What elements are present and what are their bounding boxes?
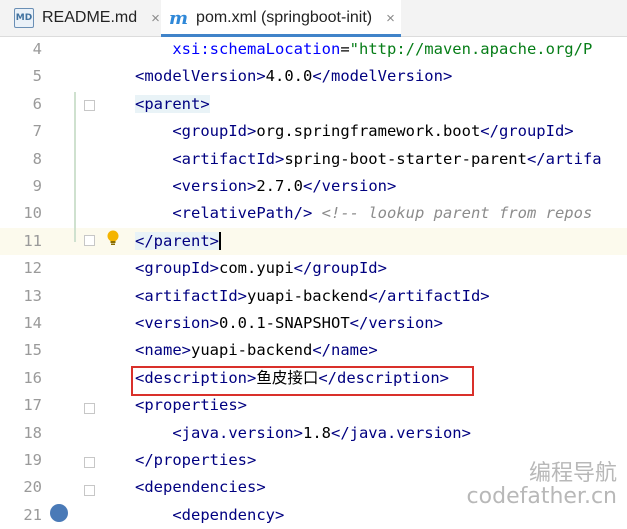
markdown-file-icon: MD	[14, 8, 34, 28]
close-icon[interactable]: ×	[386, 10, 395, 27]
code-line[interactable]: 12 <groupId>com.yupi</groupId>	[0, 255, 627, 282]
code-line[interactable]: 9 <version>2.7.0</version>	[0, 173, 627, 200]
text-cursor	[219, 232, 221, 251]
line-number: 16	[23, 368, 42, 387]
line-number: 17	[23, 396, 42, 415]
code-text[interactable]: <properties>	[135, 392, 247, 419]
line-number: 11	[23, 231, 42, 250]
watermark-url: codefather.cn	[466, 484, 617, 509]
line-number: 8	[32, 149, 42, 168]
line-number: 13	[23, 286, 42, 305]
line-number: 15	[23, 341, 42, 360]
lightbulb-icon[interactable]	[106, 230, 120, 246]
highlight-box	[131, 366, 474, 396]
code-text[interactable]: <dependency>	[135, 502, 284, 529]
tab-pom-xml[interactable]: m pom.xml (springboot-init) ×	[161, 0, 401, 37]
tab-readme-label: README.md	[42, 9, 138, 26]
code-text[interactable]: <groupId>com.yupi</groupId>	[135, 255, 387, 282]
line-number: 12	[23, 259, 42, 278]
line-number: 18	[23, 423, 42, 442]
code-text[interactable]: <name>yuapi-backend</name>	[135, 337, 378, 364]
code-line[interactable]: 18 <java.version>1.8</java.version>	[0, 420, 627, 447]
code-text[interactable]: <artifactId>spring-boot-starter-parent</…	[135, 146, 601, 173]
code-line[interactable]: 4 xsi:schemaLocation="http://maven.apach…	[0, 36, 627, 63]
editor-tab-bar: MD README.md × m pom.xml (springboot-ini…	[0, 0, 627, 37]
code-line[interactable]: 7 <groupId>org.springframework.boot</gro…	[0, 118, 627, 145]
line-number: 19	[23, 451, 42, 469]
line-number: 6	[32, 94, 42, 113]
fold-toggle-icon[interactable]	[84, 457, 95, 468]
line-number: 5	[32, 67, 42, 86]
code-text[interactable]: </parent>	[135, 228, 221, 255]
fold-toggle-icon[interactable]	[84, 235, 95, 246]
code-line[interactable]: 8 <artifactId>spring-boot-starter-parent…	[0, 146, 627, 173]
code-line[interactable]: 14 <version>0.0.1-SNAPSHOT</version>	[0, 310, 627, 337]
code-text[interactable]: <relativePath/> <!-- lookup parent from …	[135, 200, 592, 227]
line-number: 10	[23, 204, 42, 223]
watermark-title: 编程导航	[528, 461, 617, 486]
tab-pom-label: pom.xml (springboot-init)	[196, 9, 373, 26]
code-text[interactable]: <version>2.7.0</version>	[135, 173, 396, 200]
code-line[interactable]: 13 <artifactId>yuapi-backend</artifactId>	[0, 283, 627, 310]
close-icon[interactable]: ×	[151, 10, 160, 27]
line-number: 4	[32, 40, 42, 58]
tab-readme[interactable]: MD README.md ×	[14, 0, 160, 36]
line-number: 20	[23, 478, 42, 497]
code-line[interactable]: 5 <modelVersion>4.0.0</modelVersion>	[0, 63, 627, 90]
code-line[interactable]: 10 <relativePath/> <!-- lookup parent fr…	[0, 200, 627, 227]
fold-toggle-icon[interactable]	[84, 485, 95, 496]
code-text[interactable]: <java.version>1.8</java.version>	[135, 420, 471, 447]
code-line[interactable]: 15 <name>yuapi-backend</name>	[0, 337, 627, 364]
code-text[interactable]: <modelVersion>4.0.0</modelVersion>	[135, 63, 452, 90]
fold-toggle-icon[interactable]	[84, 100, 95, 111]
code-text[interactable]: <dependencies>	[135, 474, 266, 501]
fold-toggle-icon[interactable]	[84, 403, 95, 414]
line-number: 14	[23, 314, 42, 332]
code-text[interactable]: </properties>	[135, 447, 256, 474]
dependency-gear-icon[interactable]	[50, 504, 68, 522]
line-number: 7	[32, 122, 42, 141]
code-text[interactable]: <artifactId>yuapi-backend</artifactId>	[135, 283, 490, 310]
code-text[interactable]: xsi:schemaLocation="http://maven.apache.…	[135, 36, 592, 63]
maven-m-icon: m	[169, 7, 189, 29]
code-text[interactable]: <parent>	[135, 91, 210, 118]
line-number: 21	[23, 505, 42, 524]
line-number: 9	[32, 177, 42, 195]
code-text[interactable]: <version>0.0.1-SNAPSHOT</version>	[135, 310, 443, 337]
code-text[interactable]: <groupId>org.springframework.boot</group…	[135, 118, 573, 145]
fold-range-line	[74, 92, 76, 242]
